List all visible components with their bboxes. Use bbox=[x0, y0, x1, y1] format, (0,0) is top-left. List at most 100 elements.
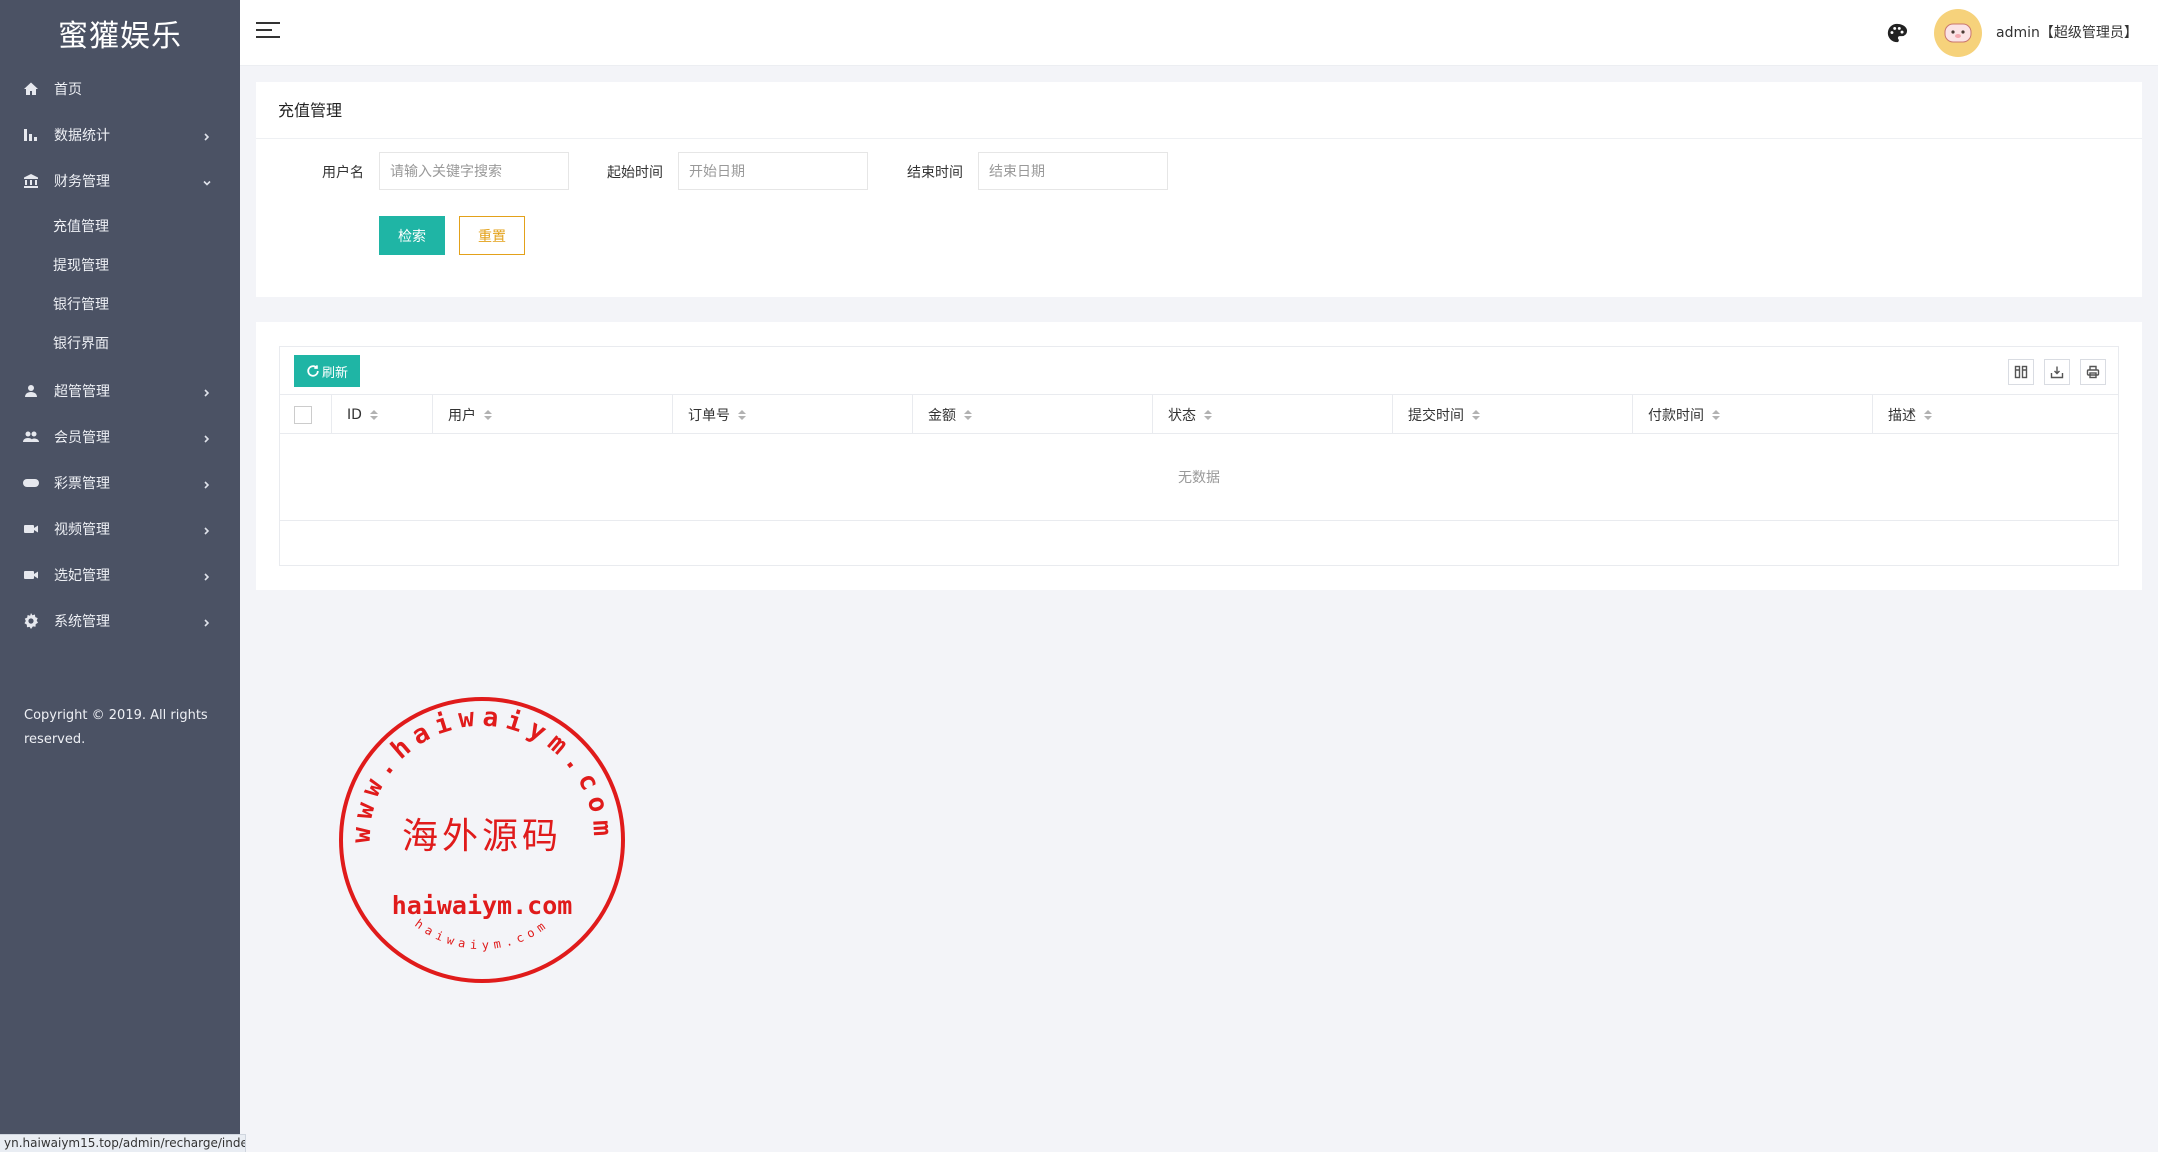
chevron-down-icon bbox=[202, 176, 212, 186]
sidebar-item-videos[interactable]: 视频管理 bbox=[0, 506, 240, 552]
end-date-input[interactable] bbox=[978, 152, 1168, 190]
end-time-label: 结束时间 bbox=[907, 165, 963, 181]
sort-icon bbox=[1204, 409, 1212, 420]
column-header-label: 状态 bbox=[1168, 407, 1196, 424]
copyright-text: Copyright © 2019. All rights reserved. bbox=[24, 708, 208, 747]
sidebar-item-finance[interactable]: 财务管理 bbox=[0, 158, 240, 204]
stamp-domain-text: haiwaiym.com bbox=[392, 891, 573, 920]
username-search-input[interactable] bbox=[379, 152, 569, 190]
column-submit-time[interactable]: 提交时间 bbox=[1392, 395, 1632, 434]
column-description[interactable]: 描述 bbox=[1872, 395, 2118, 434]
column-header-label: 描述 bbox=[1888, 407, 1916, 424]
sidebar-item-label: 财务管理 bbox=[54, 174, 110, 190]
sort-icon bbox=[1924, 409, 1932, 420]
sort-icon bbox=[964, 409, 972, 420]
browser-status-url: yn.haiwaiym15.top/admin/recharge/index bbox=[0, 1134, 246, 1152]
column-status[interactable]: 状态 bbox=[1152, 395, 1392, 434]
chevron-right-icon bbox=[202, 616, 212, 627]
column-header-label: 订单号 bbox=[688, 407, 730, 424]
columns-toggle-button[interactable] bbox=[2008, 359, 2034, 385]
column-user[interactable]: 用户 bbox=[432, 395, 672, 434]
sidebar-item-label: 会员管理 bbox=[54, 430, 110, 446]
brand-logo[interactable]: 蜜獾娱乐 bbox=[0, 0, 240, 66]
submenu-item-bank[interactable]: 银行管理 bbox=[0, 284, 240, 323]
column-header-label: 金额 bbox=[928, 407, 956, 424]
sidebar-item-label: 彩票管理 bbox=[54, 476, 110, 492]
user-icon bbox=[22, 382, 40, 400]
sidebar-menu-rest: 超管管理 会员管理 彩票管理 视频管理 选妃管理 系统管理 bbox=[0, 368, 240, 644]
sidebar-item-admins[interactable]: 超管管理 bbox=[0, 368, 240, 414]
column-order-no[interactable]: 订单号 bbox=[672, 395, 912, 434]
chevron-right-icon bbox=[202, 478, 212, 489]
video-icon bbox=[22, 520, 40, 538]
sidebar-item-label: 超管管理 bbox=[54, 384, 110, 400]
sidebar-item-lottery[interactable]: 彩票管理 bbox=[0, 460, 240, 506]
chevron-right-icon bbox=[202, 432, 212, 443]
bank-icon bbox=[22, 172, 40, 190]
sidebar-item-label: 数据统计 bbox=[54, 128, 110, 144]
refresh-icon bbox=[307, 365, 319, 377]
column-header-label: 付款时间 bbox=[1648, 407, 1704, 424]
palette-icon[interactable] bbox=[1886, 22, 1908, 44]
chevron-right-icon bbox=[202, 130, 212, 141]
sidebar-item-label: 视频管理 bbox=[54, 522, 110, 538]
search-button[interactable]: 检索 bbox=[379, 216, 445, 255]
users-icon bbox=[22, 428, 40, 446]
avatar[interactable] bbox=[1934, 9, 1982, 57]
stamp-center-text: 海外源码 bbox=[402, 816, 562, 857]
menu-toggle-icon[interactable] bbox=[256, 22, 280, 44]
home-icon bbox=[22, 80, 40, 98]
video-icon bbox=[22, 566, 40, 584]
table-card: 刷新 ID 用户 订单号 金额 状态 提交时间 付款时间 描述 无数据 bbox=[256, 322, 2142, 590]
column-pay-time[interactable]: 付款时间 bbox=[1632, 395, 1872, 434]
submenu-item-withdraw[interactable]: 提现管理 bbox=[0, 245, 240, 284]
bar-chart-icon bbox=[22, 126, 40, 144]
finance-submenu: 充值管理 提现管理 银行管理 银行界面 bbox=[0, 204, 240, 368]
submenu-item-recharge[interactable]: 充值管理 bbox=[0, 206, 240, 245]
sort-icon bbox=[1472, 409, 1480, 420]
submenu-item-bank-ui[interactable]: 银行界面 bbox=[0, 323, 240, 362]
sidebar-item-statistics[interactable]: 数据统计 bbox=[0, 112, 240, 158]
sort-icon bbox=[1712, 409, 1720, 420]
column-amount[interactable]: 金额 bbox=[912, 395, 1152, 434]
chevron-right-icon bbox=[202, 386, 212, 397]
chevron-right-icon bbox=[202, 570, 212, 581]
column-id[interactable]: ID bbox=[331, 395, 432, 434]
reset-button[interactable]: 重置 bbox=[459, 216, 525, 255]
chevron-right-icon bbox=[202, 524, 212, 535]
watermark-stamp: www.haiwaiym.com 海外源码 haiwaiym.com haiwa… bbox=[339, 697, 625, 983]
user-menu[interactable]: admin【超级管理员】 bbox=[1996, 22, 2138, 42]
column-header-label: ID bbox=[347, 406, 362, 423]
sort-icon bbox=[369, 409, 378, 420]
sort-icon bbox=[738, 409, 746, 420]
sidebar-item-home[interactable]: 首页 bbox=[0, 66, 240, 112]
svg-text:haiwaiym.com: haiwaiym.com bbox=[412, 916, 552, 952]
username-label: 用户名 bbox=[322, 165, 364, 181]
data-table: 刷新 ID 用户 订单号 金额 状态 提交时间 付款时间 描述 无数据 bbox=[279, 346, 2119, 566]
export-icon bbox=[2050, 366, 2064, 379]
start-date-input[interactable] bbox=[678, 152, 868, 190]
stamp-bottom-text: haiwaiym.com bbox=[412, 916, 547, 952]
page-title: 充值管理 bbox=[256, 82, 2142, 139]
refresh-button[interactable]: 刷新 bbox=[294, 355, 360, 387]
table-header: ID 用户 订单号 金额 状态 提交时间 付款时间 描述 bbox=[280, 394, 2118, 434]
sort-icon bbox=[484, 409, 492, 420]
sidebar: 蜜獾娱乐 首页 数据统计 财务管理 充值管理 提现管理 银行管理 银行界面 超管… bbox=[0, 0, 240, 1152]
column-header-label: 提交时间 bbox=[1408, 407, 1464, 424]
sidebar-item-label: 首页 bbox=[54, 82, 82, 98]
sidebar-item-members[interactable]: 会员管理 bbox=[0, 414, 240, 460]
column-header-label: 用户 bbox=[448, 407, 476, 424]
print-button[interactable] bbox=[2080, 359, 2106, 385]
export-button[interactable] bbox=[2044, 359, 2070, 385]
select-all-cell bbox=[280, 395, 331, 434]
select-all-checkbox[interactable] bbox=[294, 405, 312, 424]
empty-state: 无数据 bbox=[280, 434, 2118, 521]
gamepad-icon bbox=[22, 474, 40, 492]
sidebar-item-label: 选妃管理 bbox=[54, 568, 110, 584]
sidebar-menu: 首页 数据统计 财务管理 bbox=[0, 66, 240, 204]
print-icon bbox=[2086, 365, 2100, 379]
columns-icon bbox=[2014, 365, 2028, 379]
sidebar-item-selection[interactable]: 选妃管理 bbox=[0, 552, 240, 598]
sidebar-item-system[interactable]: 系统管理 bbox=[0, 598, 240, 644]
gear-icon bbox=[22, 612, 40, 630]
